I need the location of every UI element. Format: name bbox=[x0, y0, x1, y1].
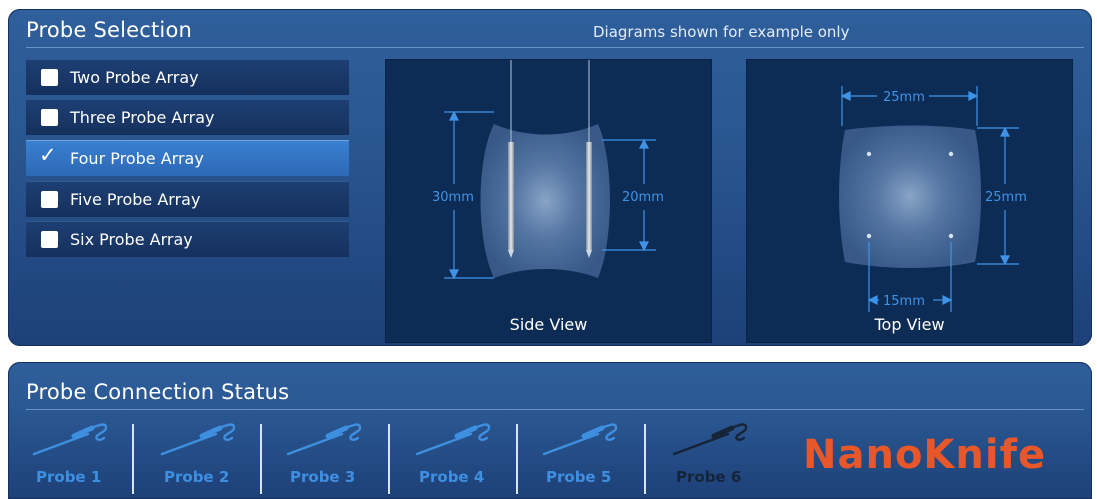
top-dim-15mm: 15mm bbox=[883, 294, 925, 309]
probe-label: Probe 3 bbox=[290, 468, 356, 486]
option-five-probe-array[interactable]: Five Probe Array bbox=[26, 181, 349, 217]
top-dim-25mm-horizontal: 25mm bbox=[883, 90, 925, 105]
checkbox[interactable] bbox=[41, 109, 58, 126]
side-dim-30mm: 30mm bbox=[432, 190, 474, 205]
probe-selection-title: Probe Selection bbox=[26, 18, 193, 42]
probe-label: Probe 6 bbox=[676, 468, 742, 486]
option-label: Five Probe Array bbox=[70, 190, 201, 209]
probe-icon bbox=[286, 423, 362, 456]
side-view-diagram: 30mm 20mm Side View bbox=[385, 59, 712, 343]
checkmark-icon: ✓ bbox=[39, 143, 57, 167]
probe-2-status[interactable]: Probe 2 bbox=[154, 420, 259, 492]
separator bbox=[132, 424, 134, 494]
probe-icon bbox=[415, 423, 491, 456]
probe-icon bbox=[672, 423, 748, 456]
option-label: Six Probe Array bbox=[70, 230, 193, 249]
title-divider bbox=[26, 409, 1084, 410]
title-divider bbox=[26, 47, 1084, 48]
option-label: Four Probe Array bbox=[70, 149, 204, 168]
probe-connection-title: Probe Connection Status bbox=[26, 380, 290, 404]
probe-label: Probe 2 bbox=[164, 468, 230, 486]
diagram-note: Diagrams shown for example only bbox=[593, 23, 850, 41]
probe-label: Probe 4 bbox=[419, 468, 485, 486]
side-dim-20mm: 20mm bbox=[622, 190, 664, 205]
top-dim-25mm-vertical: 25mm bbox=[985, 190, 1027, 205]
checkbox[interactable]: ✓ bbox=[39, 145, 58, 167]
side-view-graphic: 30mm 20mm bbox=[432, 60, 664, 280]
top-view-diagram: 25mm 25mm 15mm Top View bbox=[746, 59, 1073, 343]
checkbox[interactable] bbox=[41, 191, 58, 208]
option-six-probe-array[interactable]: Six Probe Array bbox=[26, 221, 349, 257]
option-label: Two Probe Array bbox=[70, 68, 199, 87]
probe-icon bbox=[32, 423, 108, 456]
probe-5-status[interactable]: Probe 5 bbox=[536, 420, 641, 492]
separator bbox=[516, 424, 518, 494]
top-view-graphic: 25mm 25mm 15mm bbox=[839, 86, 1027, 312]
top-view-caption: Top View bbox=[874, 315, 945, 334]
probe-connection-panel: Probe Connection Status Probe 1 Probe 2 … bbox=[8, 362, 1092, 499]
separator bbox=[260, 424, 262, 494]
probe-3-status[interactable]: Probe 3 bbox=[280, 420, 385, 492]
side-view-caption: Side View bbox=[509, 315, 588, 334]
probe-1-status[interactable]: Probe 1 bbox=[26, 420, 131, 492]
option-three-probe-array[interactable]: Three Probe Array bbox=[26, 99, 349, 135]
probe-icon bbox=[542, 423, 618, 456]
nanoknife-logo: NanoKnife bbox=[803, 432, 1047, 478]
separator bbox=[644, 424, 646, 494]
option-two-probe-array[interactable]: Two Probe Array bbox=[26, 59, 349, 95]
checkbox[interactable] bbox=[41, 69, 58, 86]
checkbox[interactable] bbox=[41, 231, 58, 248]
option-label: Three Probe Array bbox=[70, 108, 215, 127]
probe-label: Probe 5 bbox=[546, 468, 612, 486]
probe-selection-panel: Probe Selection Diagrams shown for examp… bbox=[8, 9, 1092, 346]
probe-icon bbox=[160, 423, 236, 456]
probe-4-status[interactable]: Probe 4 bbox=[409, 420, 514, 492]
separator bbox=[388, 424, 390, 494]
probe-6-status[interactable]: Probe 6 bbox=[666, 420, 771, 492]
probe-label: Probe 1 bbox=[36, 468, 102, 486]
option-four-probe-array[interactable]: ✓ Four Probe Array bbox=[26, 140, 349, 176]
